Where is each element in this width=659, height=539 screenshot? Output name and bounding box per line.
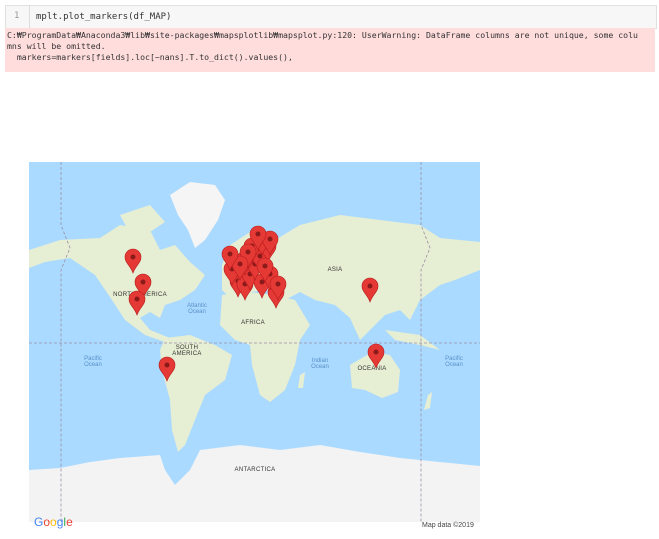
stderr-output: C:₩ProgramData₩Anaconda3₩lib₩site-packag…	[5, 28, 655, 72]
google-logo: Google	[34, 515, 73, 529]
stderr-line: mns will be omitted.	[7, 41, 106, 51]
map-pin-icon[interactable]	[367, 343, 385, 369]
code-cell[interactable]: 1 mplt.plot_markers(df_MAP)	[5, 5, 657, 29]
map-pin-icon[interactable]	[361, 277, 379, 303]
marker-layer	[124, 225, 385, 382]
map-pin-icon[interactable]	[158, 356, 176, 382]
stderr-line: markers=markers[fields].loc[~nans].T.to_…	[7, 52, 293, 62]
code-input[interactable]: mplt.plot_markers(df_MAP)	[29, 6, 171, 28]
map-pin-icon[interactable]	[124, 248, 142, 274]
map-attribution[interactable]: Map data ©2019	[422, 522, 474, 529]
world-map[interactable]: ASIA AFRICA NORTH AMERICA SOUTH AMERICA …	[29, 162, 480, 522]
line-number: 1	[14, 11, 20, 21]
map-pin-icon[interactable]	[128, 290, 146, 316]
stderr-line: C:₩ProgramData₩Anaconda3₩lib₩site-packag…	[7, 30, 638, 40]
